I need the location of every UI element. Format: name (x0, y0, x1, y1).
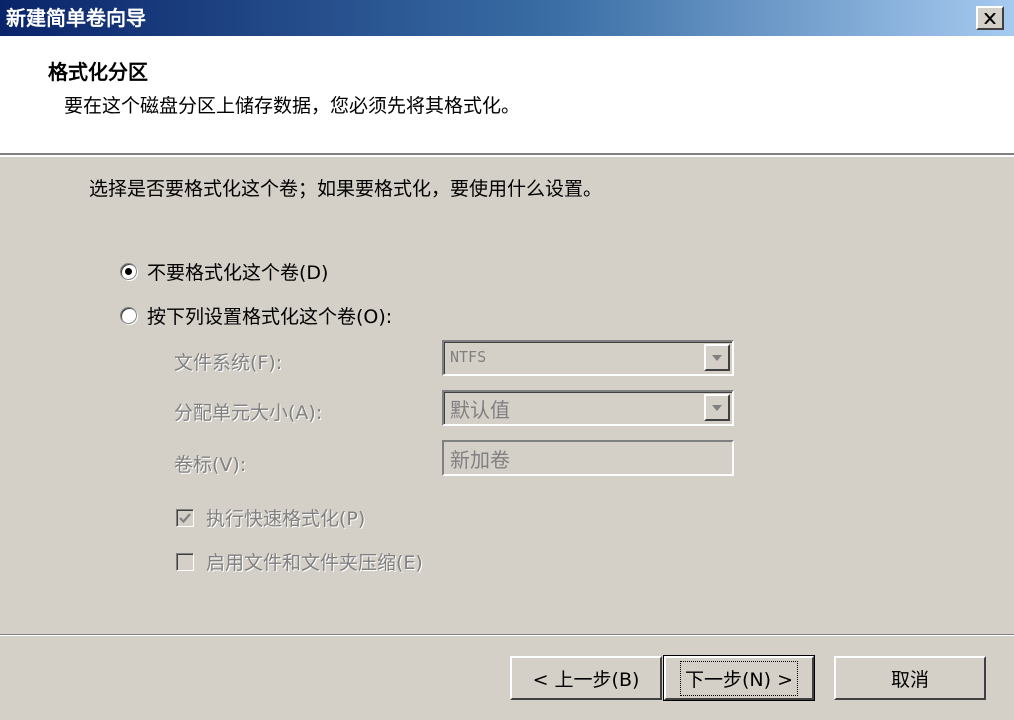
filesystem-dropdown-button[interactable] (704, 344, 730, 371)
compression-checkbox[interactable]: 启用文件和文件夹压缩(E) (176, 548, 423, 575)
quick-format-checkbox[interactable]: 执行快速格式化(P) (176, 504, 365, 531)
close-icon (984, 12, 996, 24)
allocation-label: 分配单元大小(A): (174, 402, 323, 424)
chevron-down-icon (712, 354, 722, 361)
close-button[interactable] (976, 6, 1004, 30)
footer-divider (0, 634, 1014, 636)
volume-label-label: 卷标(V): (174, 454, 247, 476)
title-bar[interactable]: 新建简单卷向导 (0, 0, 1014, 36)
window-title: 新建简单卷向导 (6, 6, 146, 30)
checkbox-checked[interactable] (176, 508, 194, 527)
allocation-dropdown-button[interactable] (704, 394, 730, 421)
radio-no-format-label[interactable]: 不要格式化这个卷(D) (147, 258, 328, 285)
filesystem-value: NTFS (450, 348, 487, 366)
allocation-select[interactable]: 默认值 (442, 390, 734, 426)
radio-button-unchecked[interactable] (120, 307, 137, 324)
radio-format[interactable]: 按下列设置格式化这个卷(O): (120, 302, 392, 329)
next-button-label: 下一步(N) > (680, 660, 798, 696)
checkbox-unchecked[interactable] (176, 552, 194, 571)
format-prompt: 选择是否要格式化这个卷；如果要格式化，要使用什么设置。 (89, 178, 603, 200)
chevron-down-icon (712, 404, 722, 411)
volume-label-input[interactable]: 新加卷 (442, 440, 734, 476)
back-button[interactable]: < 上一步(B) (510, 656, 662, 700)
radio-format-label[interactable]: 按下列设置格式化这个卷(O): (147, 302, 392, 329)
filesystem-select[interactable]: NTFS (442, 340, 734, 376)
checkmark-icon (179, 512, 191, 523)
page-subtitle: 要在这个磁盘分区上储存数据，您必须先将其格式化。 (64, 95, 521, 117)
allocation-value: 默认值 (450, 398, 510, 422)
wizard-window: 新建简单卷向导 格式化分区 要在这个磁盘分区上储存数据，您必须先将其格式化。 选… (0, 0, 1014, 720)
cancel-button[interactable]: 取消 (834, 656, 986, 700)
volume-label-value: 新加卷 (450, 448, 510, 472)
quick-format-label[interactable]: 执行快速格式化(P) (206, 504, 365, 531)
radio-no-format[interactable]: 不要格式化这个卷(D) (120, 258, 328, 285)
radio-button-checked[interactable] (120, 263, 137, 280)
next-button[interactable]: 下一步(N) > (663, 655, 815, 701)
header-panel: 格式化分区 要在这个磁盘分区上储存数据，您必须先将其格式化。 (0, 36, 1014, 157)
compression-label[interactable]: 启用文件和文件夹压缩(E) (206, 548, 423, 575)
filesystem-label: 文件系统(F): (174, 352, 283, 374)
page-title: 格式化分区 (48, 60, 148, 84)
